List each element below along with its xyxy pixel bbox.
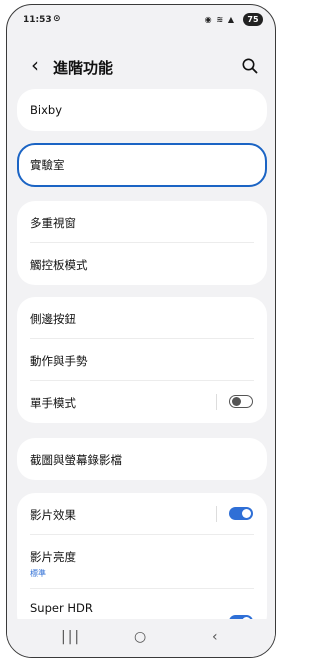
setting-item-side-button[interactable]: 側邊按鈕 xyxy=(17,297,267,339)
setting-item-video-effects[interactable]: 影片效果 xyxy=(17,493,267,535)
status-bar: 11:53 ⊙ ◉ ≋ ▲ 75 xyxy=(7,5,275,35)
section-card: 影片效果 影片亮度 標準 Super HDR xyxy=(17,493,267,633)
section-card: 側邊按鈕 動作與手勢 單手模式 xyxy=(17,297,267,423)
setting-item-touchpad-mode[interactable]: 觸控板模式 xyxy=(17,243,267,285)
header: ‹ 進階功能 xyxy=(7,53,275,81)
section-card: Bixby xyxy=(17,89,267,131)
status-time: 11:53 xyxy=(23,15,52,25)
setting-label: 截圖與螢幕錄影檔 xyxy=(30,453,122,467)
setting-label: 觸控板模式 xyxy=(30,258,88,272)
toggle-knob xyxy=(232,397,241,406)
home-icon[interactable]: ○ xyxy=(134,629,146,645)
separator xyxy=(216,506,217,522)
setting-label: 影片亮度 xyxy=(30,550,76,564)
section-card: 多重視窗 觸控板模式 xyxy=(17,201,267,285)
setting-sublabel: 標準 xyxy=(30,569,46,578)
phone-frame: 11:53 ⊙ ◉ ≋ ▲ 75 ‹ 進階功能 Bixby 實驗室 多重視窗 觸… xyxy=(6,4,276,658)
setting-item-labs[interactable]: 實驗室 xyxy=(19,145,265,185)
notification-icon: ⊙ xyxy=(53,14,61,24)
search-icon[interactable] xyxy=(241,57,259,75)
section-card: 截圖與螢幕錄影檔 xyxy=(17,438,267,480)
setting-label: 影片效果 xyxy=(30,508,76,522)
section-card: 實驗室 xyxy=(17,143,267,187)
recents-icon[interactable]: ||| xyxy=(61,629,81,645)
setting-label: 多重視窗 xyxy=(30,216,76,230)
setting-label: Bixby xyxy=(30,103,62,117)
setting-item-screenshots-recorder[interactable]: 截圖與螢幕錄影檔 xyxy=(17,438,267,480)
setting-label: 側邊按鈕 xyxy=(30,312,76,326)
setting-item-video-brightness[interactable]: 影片亮度 標準 xyxy=(17,535,267,589)
nav-back-icon[interactable]: ‹ xyxy=(212,629,218,645)
navigation-bar: ||| ○ ‹ xyxy=(7,619,275,657)
one-handed-mode-toggle[interactable] xyxy=(229,395,253,408)
setting-label: Super HDR xyxy=(30,601,93,615)
toggle-knob xyxy=(242,509,251,518)
setting-item-bixby[interactable]: Bixby xyxy=(17,89,267,131)
setting-label: 動作與手勢 xyxy=(30,354,88,368)
signal-icons: ◉ ≋ ▲ xyxy=(204,15,235,24)
chevron-left-icon[interactable]: ‹ xyxy=(25,53,45,79)
setting-label: 實驗室 xyxy=(30,158,65,172)
setting-item-multi-window[interactable]: 多重視窗 xyxy=(17,201,267,243)
video-effects-toggle[interactable] xyxy=(229,507,253,520)
setting-item-one-handed-mode[interactable]: 單手模式 xyxy=(17,381,267,423)
separator xyxy=(216,394,217,410)
page-title: 進階功能 xyxy=(53,59,114,77)
battery-icon: 75 xyxy=(243,13,263,26)
setting-label: 單手模式 xyxy=(30,396,76,410)
setting-item-motions-gestures[interactable]: 動作與手勢 xyxy=(17,339,267,381)
